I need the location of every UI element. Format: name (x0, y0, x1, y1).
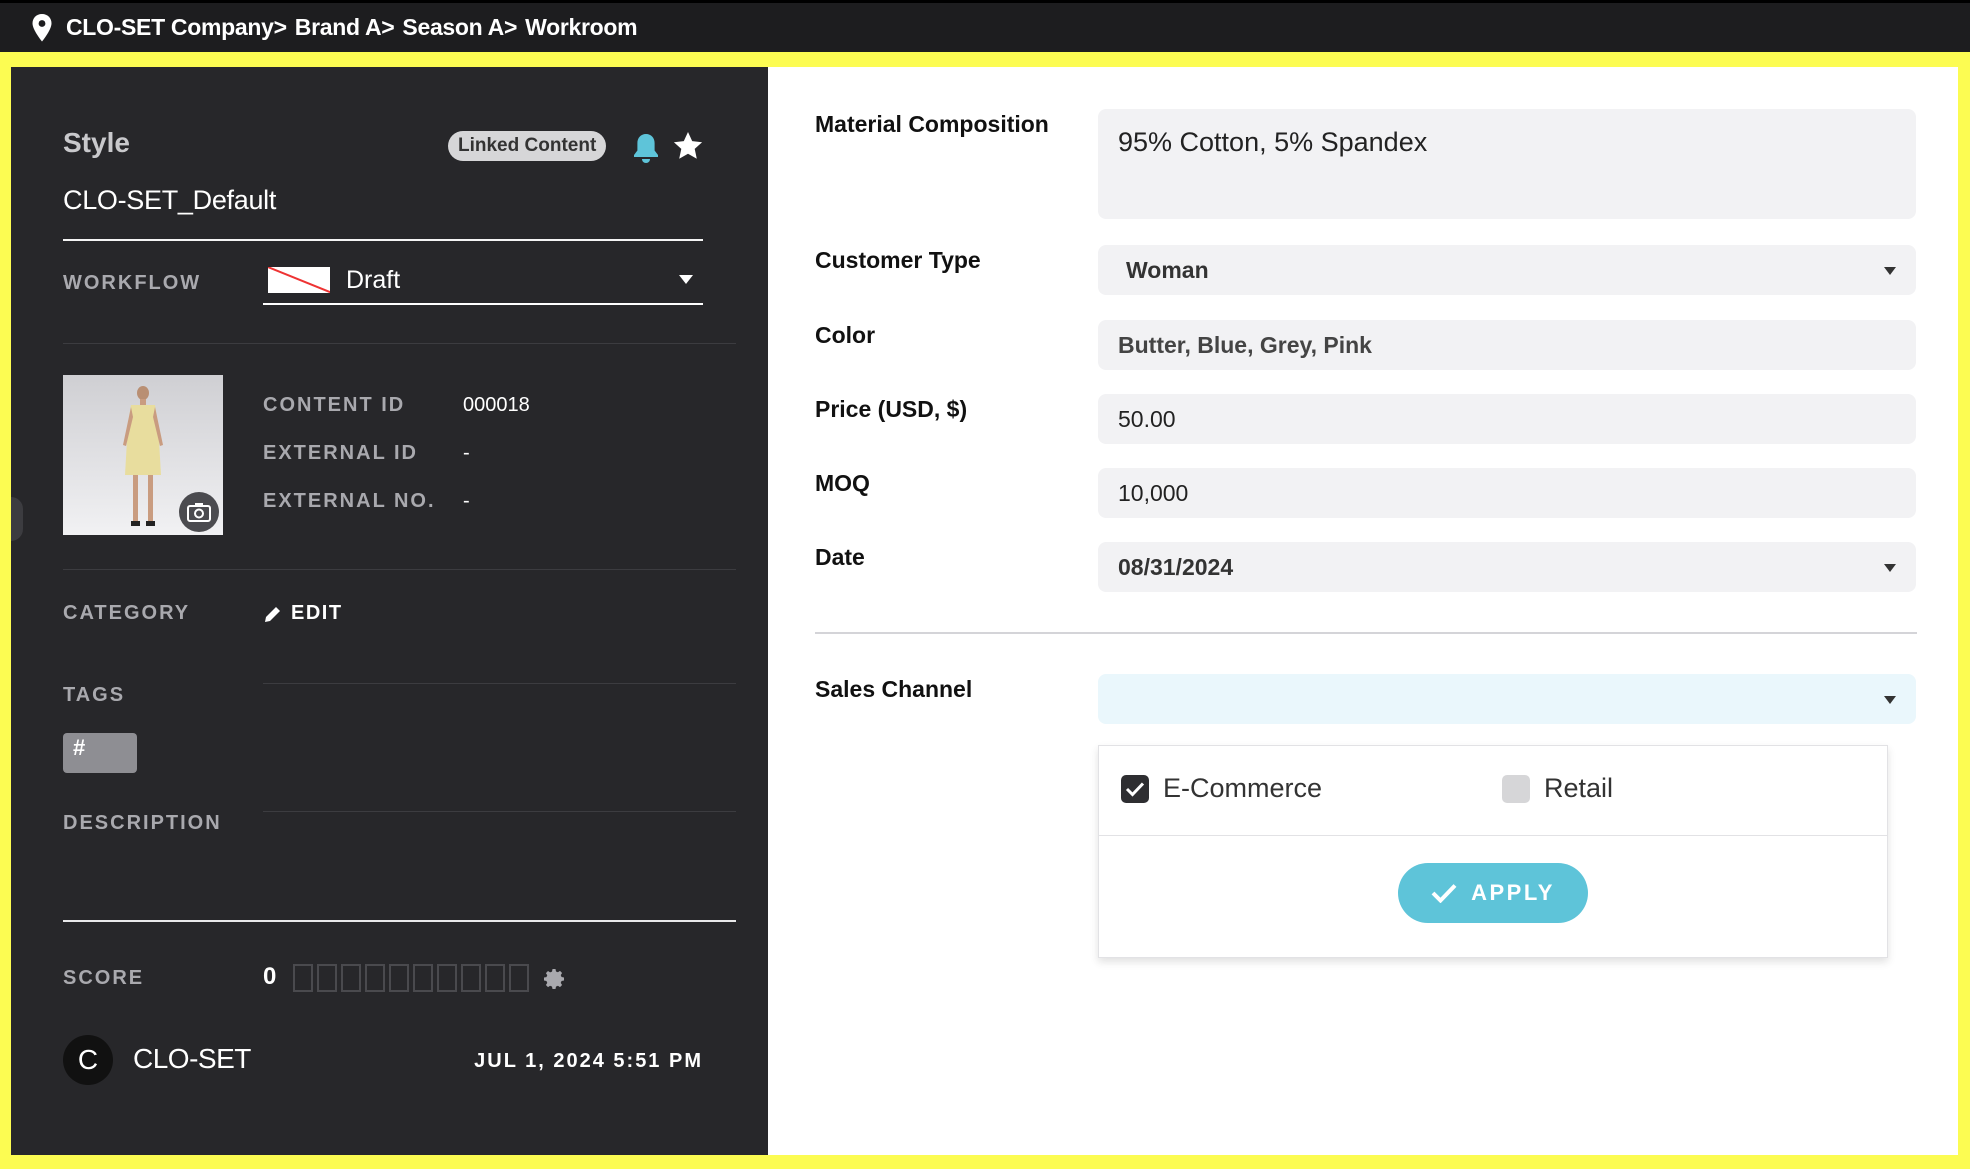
score-box[interactable] (341, 964, 361, 992)
score-box[interactable] (485, 964, 505, 992)
divider (263, 683, 736, 684)
date-label: Date (815, 544, 865, 570)
checkmark-icon (1431, 884, 1457, 903)
score-box[interactable] (437, 964, 457, 992)
description-label: DESCRIPTION (63, 812, 222, 834)
chevron-down-icon (679, 275, 693, 284)
customer-type-label: Customer Type (815, 247, 981, 273)
owner-avatar: C (63, 1035, 113, 1085)
option-label: E-Commerce (1163, 773, 1323, 803)
score-box[interactable] (509, 964, 529, 992)
attributes-panel: Material Composition 95% Cotton, 5% Span… (768, 67, 1958, 1155)
price-field[interactable]: 50.00 (1098, 394, 1916, 444)
breadcrumb-separator: > (503, 14, 518, 40)
workflow-color-swatch (268, 267, 330, 293)
sales-channel-label: Sales Channel (815, 676, 973, 702)
score-box[interactable] (461, 964, 481, 992)
style-detail-panel: Style Linked Content CLO-SET_Default WOR… (11, 67, 768, 1155)
customer-type-value: Woman (1126, 256, 1209, 283)
category-label: CATEGORY (63, 602, 191, 624)
customer-type-select[interactable]: Woman (1098, 245, 1916, 295)
external-no-label: EXTERNAL NO. (263, 490, 436, 512)
checkbox-checked-icon[interactable] (1121, 774, 1149, 803)
score-value: 0 (263, 963, 277, 990)
tags-label: TAGS (63, 684, 126, 706)
sales-channel-select[interactable] (1098, 674, 1916, 724)
breadcrumb-separator: > (381, 14, 395, 40)
score-rating-boxes[interactable] (293, 964, 533, 992)
panel-collapse-handle[interactable] (11, 497, 23, 541)
divider (263, 811, 736, 812)
external-no-value: - (463, 490, 470, 512)
date-value: 08/31/2024 (1118, 553, 1234, 580)
color-label: Color (815, 322, 876, 348)
owner-name: CLO-SET (133, 1043, 251, 1074)
score-box[interactable] (389, 964, 409, 992)
date-picker[interactable]: 08/31/2024 (1098, 542, 1916, 592)
breadcrumb-workroom[interactable]: Workroom (525, 14, 637, 41)
option-retail[interactable]: Retail (1502, 773, 1613, 804)
price-label: Price (USD, $) (815, 396, 968, 422)
category-edit-label: EDIT (291, 602, 343, 624)
bell-icon[interactable] (631, 131, 661, 165)
chevron-down-icon (1884, 267, 1896, 275)
chevron-down-icon (1884, 564, 1896, 572)
color-field[interactable]: Butter, Blue, Grey, Pink (1098, 320, 1916, 370)
gear-icon[interactable] (543, 967, 567, 991)
workflow-label: WORKFLOW (63, 272, 202, 294)
breadcrumb-separator: > (273, 14, 287, 40)
workflow-value: Draft (346, 265, 401, 294)
tag-input-chip[interactable]: # (63, 733, 137, 773)
external-id-value: - (463, 442, 470, 464)
workflow-select[interactable]: Draft (263, 257, 703, 305)
linked-content-badge[interactable]: Linked Content (448, 131, 607, 161)
breadcrumb-company[interactable]: CLO-SET Company (66, 14, 274, 41)
option-ecommerce[interactable]: E-Commerce (1121, 773, 1322, 804)
breadcrumb-season[interactable]: Season A (402, 14, 504, 41)
moq-field[interactable]: 10,000 (1098, 468, 1916, 518)
divider (63, 239, 703, 241)
material-composition-field[interactable]: 95% Cotton, 5% Spandex (1098, 109, 1916, 219)
favorite-star-icon[interactable] (671, 129, 705, 163)
camera-icon[interactable] (179, 492, 219, 532)
category-edit-button[interactable]: EDIT (263, 602, 343, 625)
divider (63, 343, 736, 344)
moq-label: MOQ (815, 470, 870, 496)
material-composition-label: Material Composition (815, 111, 1049, 137)
sales-channel-dropdown: E-Commerce Retail APPLY (1098, 745, 1888, 958)
apply-button[interactable]: APPLY (1398, 863, 1588, 923)
style-name: CLO-SET_Default (63, 185, 277, 215)
apply-label: APPLY (1471, 880, 1555, 905)
chevron-down-icon (1884, 696, 1896, 704)
score-box[interactable] (365, 964, 385, 992)
checkbox-unchecked-icon[interactable] (1502, 774, 1530, 803)
pencil-icon (265, 606, 280, 622)
divider (815, 632, 1917, 634)
content-id-value: 000018 (463, 394, 530, 416)
content-id-label: CONTENT ID (263, 394, 406, 416)
breadcrumb: CLO-SET Company > Brand A > Season A > W… (66, 14, 638, 41)
section-title: Style (63, 127, 130, 158)
external-id-label: EXTERNAL ID (263, 442, 418, 464)
breadcrumb-brand[interactable]: Brand A (295, 14, 382, 41)
score-box[interactable] (317, 964, 337, 992)
location-bar: CLO-SET Company > Brand A > Season A > W… (0, 0, 1970, 52)
score-box[interactable] (413, 964, 433, 992)
description-underline[interactable] (63, 920, 736, 922)
score-box[interactable] (293, 964, 313, 992)
score-label: SCORE (63, 967, 145, 989)
divider (63, 569, 736, 570)
location-pin-icon (32, 13, 52, 41)
created-datetime: JUL 1, 2024 5:51 PM (474, 1050, 703, 1072)
option-label: Retail (1544, 773, 1614, 803)
dropdown-options: E-Commerce Retail (1099, 746, 1887, 836)
